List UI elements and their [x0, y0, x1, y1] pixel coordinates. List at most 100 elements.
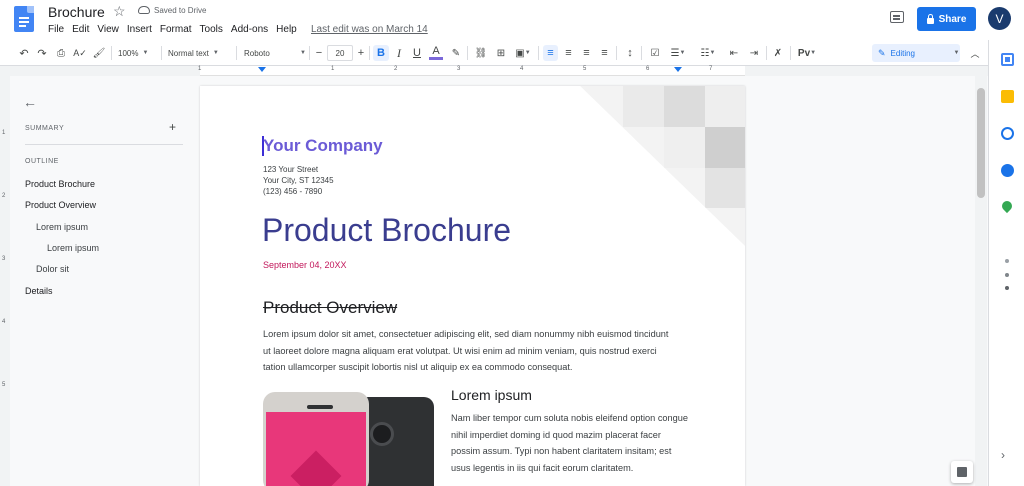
menu-format[interactable]: Format	[160, 24, 192, 35]
align-right-icon[interactable]: ≡	[579, 45, 594, 61]
address-line[interactable]: 123 Your Street	[263, 165, 318, 174]
input-tools-icon[interactable]: Pv ▼	[795, 45, 819, 61]
decrease-indent-icon[interactable]: ⇤	[726, 45, 742, 61]
keep-icon[interactable]	[1001, 90, 1014, 103]
increase-indent-icon[interactable]: ⇥	[746, 45, 762, 61]
line-spacing-icon[interactable]: ↕	[622, 45, 638, 61]
outline-item-dolor-sit[interactable]: Dolor sit	[36, 264, 69, 274]
document-heading[interactable]: Product Brochure	[262, 212, 511, 249]
pencil-icon: ✎	[878, 47, 886, 58]
outline-label: OUTLINE	[25, 158, 59, 165]
sub-body[interactable]: Nam liber tempor cum soluta nobis eleife…	[451, 410, 691, 476]
share-label: Share	[938, 13, 967, 25]
menu-insert[interactable]: Insert	[127, 24, 152, 35]
vruler-label: 1	[2, 130, 6, 136]
phone-speaker	[307, 405, 333, 409]
docs-logo-icon[interactable]	[14, 6, 34, 32]
dot-icon	[1005, 273, 1009, 277]
header: Brochure ☆ Saved to Drive File Edit View…	[0, 0, 1024, 40]
collapse-menu-icon[interactable]: ︿	[968, 45, 982, 61]
decrease-font-size-button[interactable]: −	[313, 45, 325, 61]
sub-heading[interactable]: Lorem ipsum	[451, 387, 532, 403]
align-justify-icon[interactable]: ≡	[597, 45, 612, 61]
maps-icon[interactable]	[999, 198, 1015, 214]
decorative-squares	[580, 86, 745, 246]
comment-add-icon[interactable]: ⊞	[493, 45, 509, 61]
image-icon[interactable]: ▣ ▼	[512, 45, 534, 61]
vruler-label: 5	[2, 382, 6, 388]
editing-mode-select[interactable]: ✎ Editing ▼	[872, 44, 960, 62]
star-icon[interactable]: ☆	[113, 3, 126, 20]
outline-item-product-overview[interactable]: Product Overview	[25, 200, 96, 210]
lock-icon	[926, 13, 934, 24]
align-center-icon[interactable]: ≡	[561, 45, 576, 61]
tasks-icon[interactable]	[1001, 127, 1014, 140]
chevron-down-icon: ▼	[300, 50, 306, 56]
avatar[interactable]: V	[988, 7, 1011, 30]
menu-help[interactable]: Help	[276, 24, 297, 35]
menu-tools[interactable]: Tools	[200, 24, 223, 35]
toolbar: ↶ ↷ ⎙ A✓ 🖌 100% ▼ Normal text ▼ Roboto ▼…	[0, 40, 1024, 66]
document-page[interactable]: Your Company 123 Your Street Your City, …	[200, 86, 745, 486]
menu-edit[interactable]: Edit	[72, 24, 89, 35]
cloud-saved-icon[interactable]	[138, 6, 150, 14]
saved-status: Saved to Drive	[154, 6, 207, 15]
camera-icon	[370, 422, 394, 446]
link-icon[interactable]: ⛓	[473, 45, 489, 61]
scrollbar-thumb[interactable]	[977, 88, 985, 198]
chevron-right-icon[interactable]: ›	[1001, 448, 1005, 462]
last-edit-link[interactable]: Last edit was on March 14	[311, 24, 428, 35]
spellcheck-icon[interactable]: A✓	[72, 45, 88, 61]
section-body[interactable]: Lorem ipsum dolor sit amet, consectetuer…	[263, 326, 673, 376]
arrow-back-icon[interactable]: ←	[23, 94, 37, 110]
bulleted-list-icon[interactable]: ☰ ▼	[666, 45, 690, 61]
address-line[interactable]: (123) 456 - 7890	[263, 187, 322, 196]
text-color-button[interactable]: A	[429, 45, 443, 60]
chevron-down-icon: ▼	[142, 50, 149, 56]
outline-item-details[interactable]: Details	[25, 286, 53, 296]
explore-icon[interactable]	[951, 461, 973, 483]
document-title[interactable]: Brochure	[48, 4, 105, 20]
numbered-list-icon[interactable]: ☷ ▼	[696, 45, 720, 61]
horizontal-ruler[interactable]: 1 1 2 3 4 5 6 7	[198, 66, 745, 76]
font-size-input[interactable]: 20	[327, 45, 353, 61]
checklist-icon[interactable]: ☑	[647, 45, 663, 61]
menu-add-ons[interactable]: Add-ons	[231, 24, 268, 35]
right-indent-marker[interactable]	[674, 67, 682, 72]
italic-button[interactable]: I	[392, 45, 406, 61]
highlight-icon[interactable]: ✎	[449, 45, 463, 61]
style-select[interactable]: Normal text ▼	[168, 45, 230, 61]
outline-item-lorem-ipsum[interactable]: Lorem ipsum	[36, 222, 88, 232]
outline-item-product-brochure[interactable]: Product Brochure	[25, 179, 95, 189]
paint-format-icon[interactable]: 🖌	[91, 45, 107, 61]
ruler-label: 6	[646, 66, 650, 72]
share-button[interactable]: Share	[917, 7, 976, 31]
undo-icon[interactable]: ↶	[16, 45, 32, 61]
outline-item-lorem-ipsum-sub[interactable]: Lorem ipsum	[47, 243, 99, 253]
vertical-ruler: 1 2 3 4 5	[0, 76, 10, 486]
company-name[interactable]: Your Company	[263, 136, 383, 156]
add-summary-icon[interactable]: +	[169, 120, 176, 134]
clear-formatting-icon[interactable]: ✗	[770, 45, 786, 61]
zoom-value: 100%	[118, 48, 139, 58]
vruler-label: 2	[2, 193, 6, 199]
menu-file[interactable]: File	[48, 24, 64, 35]
align-left-icon[interactable]: ≡	[543, 45, 558, 61]
bold-button[interactable]: B	[373, 45, 389, 61]
contacts-icon[interactable]	[1001, 164, 1014, 177]
font-value: Roboto	[244, 48, 270, 58]
calendar-icon[interactable]	[1001, 53, 1014, 66]
address-line[interactable]: Your City, ST 12345	[263, 176, 334, 185]
underline-button[interactable]: U	[410, 45, 424, 61]
font-select[interactable]: Roboto ▼	[244, 45, 306, 61]
menu-view[interactable]: View	[97, 24, 119, 35]
increase-font-size-button[interactable]: +	[355, 45, 367, 61]
summary-label: SUMMARY	[25, 125, 65, 132]
left-indent-marker[interactable]	[258, 67, 266, 72]
document-date[interactable]: September 04, 20XX	[263, 260, 347, 270]
comments-icon[interactable]	[890, 11, 904, 23]
redo-icon[interactable]: ↷	[34, 45, 50, 61]
section-heading[interactable]: Product Overview	[263, 298, 397, 318]
zoom-select[interactable]: 100% ▼	[118, 45, 158, 61]
print-icon[interactable]: ⎙	[53, 45, 69, 61]
